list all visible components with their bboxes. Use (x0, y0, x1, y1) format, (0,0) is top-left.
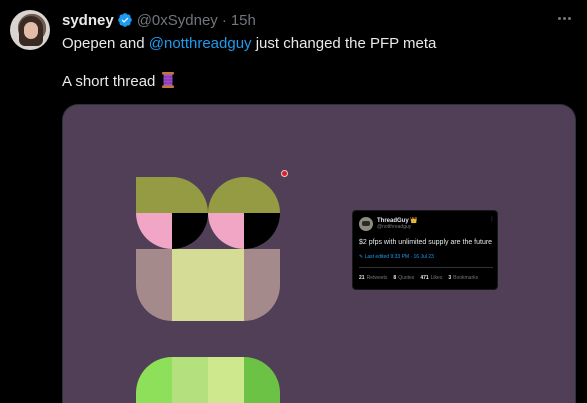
tweet-text-suffix: just changed the PFP meta (251, 35, 437, 52)
author-avatar[interactable] (10, 10, 50, 50)
tweet[interactable]: sydney @0xSydney · 15h Opepen and @notth… (0, 0, 587, 403)
separator-dot: · (221, 11, 227, 29)
embedded-tweet-text: $2 pfps with unlimited supply are the fu… (359, 239, 493, 246)
embedded-avatar (359, 217, 373, 231)
embedded-more-icon: ⋮ (489, 217, 495, 223)
embedded-tweet-screenshot: ThreadGuy 👑 @notthreadguy ⋮ $2 pfps with… (352, 210, 498, 290)
mention-link[interactable]: @notthreadguy (149, 35, 252, 52)
tweet-timestamp[interactable]: 15h (231, 12, 256, 29)
stat-quotes: 8 Quotes (393, 275, 415, 281)
embedded-divider (359, 267, 493, 268)
embedded-edited-label: ✎ Last edited 9:33 PM · 16 Jul 23 (359, 254, 434, 260)
stat-retweets: 21 Retweets (359, 275, 388, 281)
tweet-text-thread: A short thread (62, 73, 156, 90)
opepen-pepe-artwork (136, 177, 280, 403)
author-name[interactable]: sydney (62, 12, 114, 29)
stat-likes: 471 Likes (420, 275, 443, 281)
tweet-media-image[interactable]: ThreadGuy 👑 @notthreadguy ⋮ $2 pfps with… (62, 104, 576, 403)
tweet-text-line-2: A short thread (62, 72, 175, 92)
embedded-author-handle: @notthreadguy (377, 224, 412, 230)
embedded-author-name: ThreadGuy 👑 (377, 218, 418, 224)
tweet-text-line-1: Opepen and @notthreadguy just changed th… (62, 34, 436, 54)
embedded-stats: 21 Retweets 8 Quotes 471 Likes 3 Bookmarks (359, 275, 478, 281)
thread-spool-icon (161, 72, 174, 88)
more-options-icon[interactable] (554, 8, 574, 28)
red-dot-marker (281, 170, 288, 177)
stat-bookmarks: 3 Bookmarks (448, 275, 479, 281)
verified-badge-icon[interactable] (117, 12, 133, 28)
avatar-face (24, 22, 38, 39)
tweet-text-prefix: Opepen and (62, 35, 149, 52)
tweet-header: sydney @0xSydney · 15h (62, 10, 256, 30)
embedded-edited-text: Last edited 9:33 PM · 16 Jul 23 (364, 254, 434, 260)
author-handle[interactable]: @0xSydney (137, 12, 218, 29)
